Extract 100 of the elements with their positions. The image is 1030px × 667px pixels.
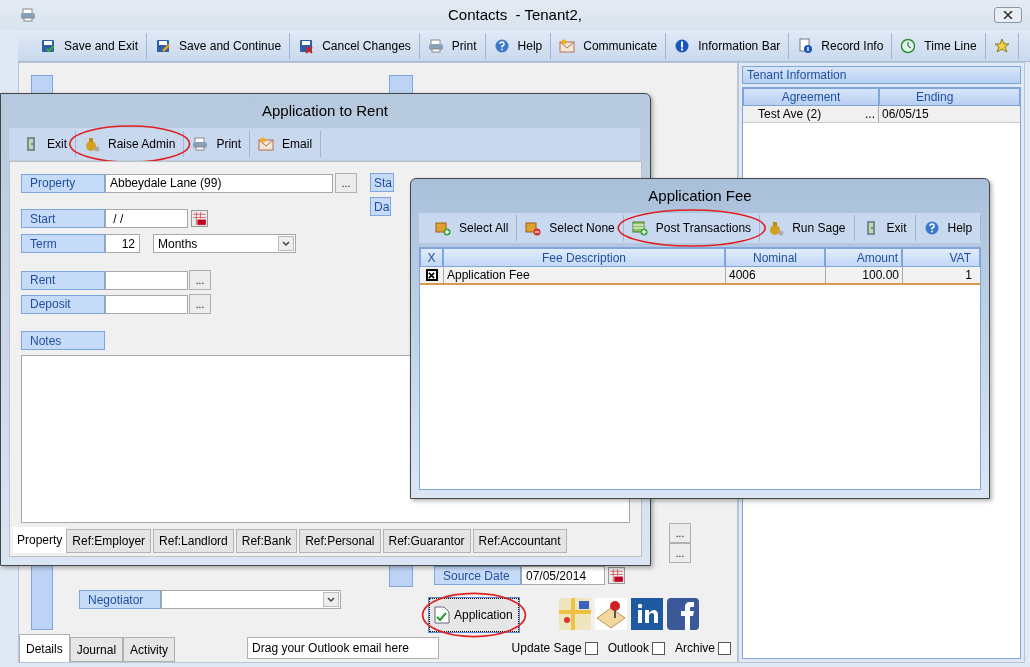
toolbar-button[interactable]: Save and Continue	[147, 32, 290, 59]
field-label: Sta	[370, 173, 394, 192]
table-cell: 100.00	[825, 267, 902, 283]
toolbar-button[interactable]: Select None	[517, 215, 623, 241]
box-minus-icon	[525, 220, 542, 236]
tab[interactable]: Ref:Guarantor	[382, 529, 471, 553]
toolbar-button[interactable]: Run Sage	[760, 215, 854, 241]
toolbar-button[interactable]: Select All	[427, 215, 517, 241]
toolbar-button[interactable]: Exit	[854, 215, 915, 241]
toolbar-button[interactable]: Help	[915, 215, 981, 241]
toolbar-button[interactable]: Email	[250, 131, 321, 157]
field-label: Property	[21, 173, 105, 193]
toolbar-button[interactable]: Exit	[15, 131, 75, 157]
caret-icon	[282, 240, 290, 247]
ledger-plus-icon	[631, 220, 648, 236]
table-row[interactable]: Application Fee 4006 100.00 1	[420, 267, 980, 285]
tab[interactable]: Ref:Landlord	[153, 529, 234, 553]
input-field[interactable]: / /	[105, 209, 188, 228]
ellipsis-button[interactable]: ...	[189, 294, 211, 314]
calendar-icon[interactable]	[608, 567, 625, 584]
column-header[interactable]: X	[420, 248, 443, 267]
printer-icon	[192, 136, 209, 152]
panel-header: Tenant Information	[742, 66, 1021, 84]
column-header[interactable]: Amount	[825, 248, 902, 267]
checkbox[interactable]	[652, 641, 665, 655]
document-check-icon	[434, 606, 450, 624]
map-pin-icon[interactable]	[595, 598, 627, 630]
ellipsis-text: ...	[865, 106, 875, 123]
column-header[interactable]: Nominal	[725, 248, 825, 267]
document-info-icon	[797, 37, 814, 54]
checkbox[interactable]	[425, 269, 438, 281]
toolbar-button[interactable]: Communicate	[551, 32, 666, 59]
dialog-title: Application to Rent	[262, 100, 388, 121]
dropdown[interactable]: Months	[153, 234, 296, 253]
ellipsis-button[interactable]: ...	[669, 543, 691, 563]
window-title: Contacts - Tenant2,	[448, 4, 582, 25]
printer-icon	[427, 37, 444, 54]
ellipsis-button[interactable]: ...	[335, 173, 357, 193]
tab[interactable]: Ref:Accountant	[472, 529, 567, 553]
dropdown-value: Months	[158, 235, 198, 253]
map-icon[interactable]	[559, 598, 591, 630]
help-icon	[923, 220, 940, 236]
ellipsis-button[interactable]: ...	[669, 523, 691, 543]
tab[interactable]: Activity	[123, 637, 176, 662]
column-header[interactable]: Fee Description	[443, 248, 725, 267]
close-button[interactable]	[994, 7, 1022, 23]
calendar-icon[interactable]	[191, 210, 208, 227]
tab[interactable]: Property	[13, 527, 67, 553]
help-icon	[493, 37, 510, 54]
field-label: Deposit	[21, 294, 105, 314]
toolbar-button[interactable]: Help	[485, 32, 551, 59]
checkbox[interactable]	[584, 641, 598, 655]
input-field[interactable]	[105, 294, 188, 314]
save-icon	[155, 37, 172, 54]
toolbar-button[interactable]: Print	[419, 32, 485, 59]
field-label: Da	[370, 197, 392, 216]
drop-zone[interactable]: Drag your Outlook email here	[247, 637, 440, 659]
tab[interactable]: Details	[19, 634, 70, 662]
save-icon	[40, 37, 56, 54]
input-field[interactable]	[105, 270, 188, 290]
tab[interactable]: Ref:Bank	[235, 529, 298, 553]
tab[interactable]: Ref:Personal	[299, 529, 381, 553]
field-label: Start	[21, 209, 105, 228]
column-header[interactable]: Agreement	[743, 88, 879, 106]
toolbar-button[interactable]: Save and Exit	[32, 32, 147, 59]
application-button[interactable]: Application	[429, 598, 519, 632]
toolbar-button[interactable]: Record Info	[789, 32, 892, 59]
column-header[interactable]: Ending	[879, 88, 1020, 106]
money-bag-icon	[84, 136, 100, 152]
table-cell: Application Fee	[443, 267, 725, 283]
field-label: Negotiator	[79, 590, 161, 609]
app-icon	[20, 7, 36, 23]
envelope-icon	[258, 136, 275, 152]
facebook-icon[interactable]	[667, 598, 699, 630]
input-field[interactable]: Abbeydale Lane (99)	[105, 173, 333, 193]
checkbox[interactable]	[718, 641, 731, 655]
field-label: Rent	[21, 270, 105, 290]
field-label: Term	[21, 234, 105, 253]
checkbox-label: Outlook	[607, 640, 649, 657]
money-bag-icon	[768, 220, 785, 236]
ellipsis-button[interactable]: ...	[189, 270, 211, 290]
info-icon	[674, 37, 691, 54]
toolbar-button[interactable]: Time Line	[892, 32, 985, 59]
tab[interactable]: Ref:Employer	[66, 529, 152, 553]
table-cell: 4006	[725, 267, 825, 283]
field-label: Notes	[21, 331, 105, 350]
toolbar-button[interactable]: Cancel Changes	[290, 32, 419, 59]
cancel-icon	[298, 37, 315, 54]
toolbar-button[interactable]: Information Bar	[666, 32, 789, 59]
input-field[interactable]: 12	[105, 234, 140, 253]
dialog-title: Application Fee	[648, 185, 752, 206]
linkedin-icon[interactable]	[631, 598, 663, 630]
tab[interactable]: Journal	[69, 637, 124, 662]
field-label: Source Date	[434, 566, 521, 585]
column-header[interactable]: VAT	[902, 248, 980, 267]
toolbar-button[interactable]: Print	[184, 131, 250, 157]
input-field[interactable]: 07/05/2014	[521, 566, 605, 585]
caret-icon	[327, 596, 335, 603]
star-icon	[993, 37, 1010, 54]
envelope-icon	[559, 37, 576, 54]
